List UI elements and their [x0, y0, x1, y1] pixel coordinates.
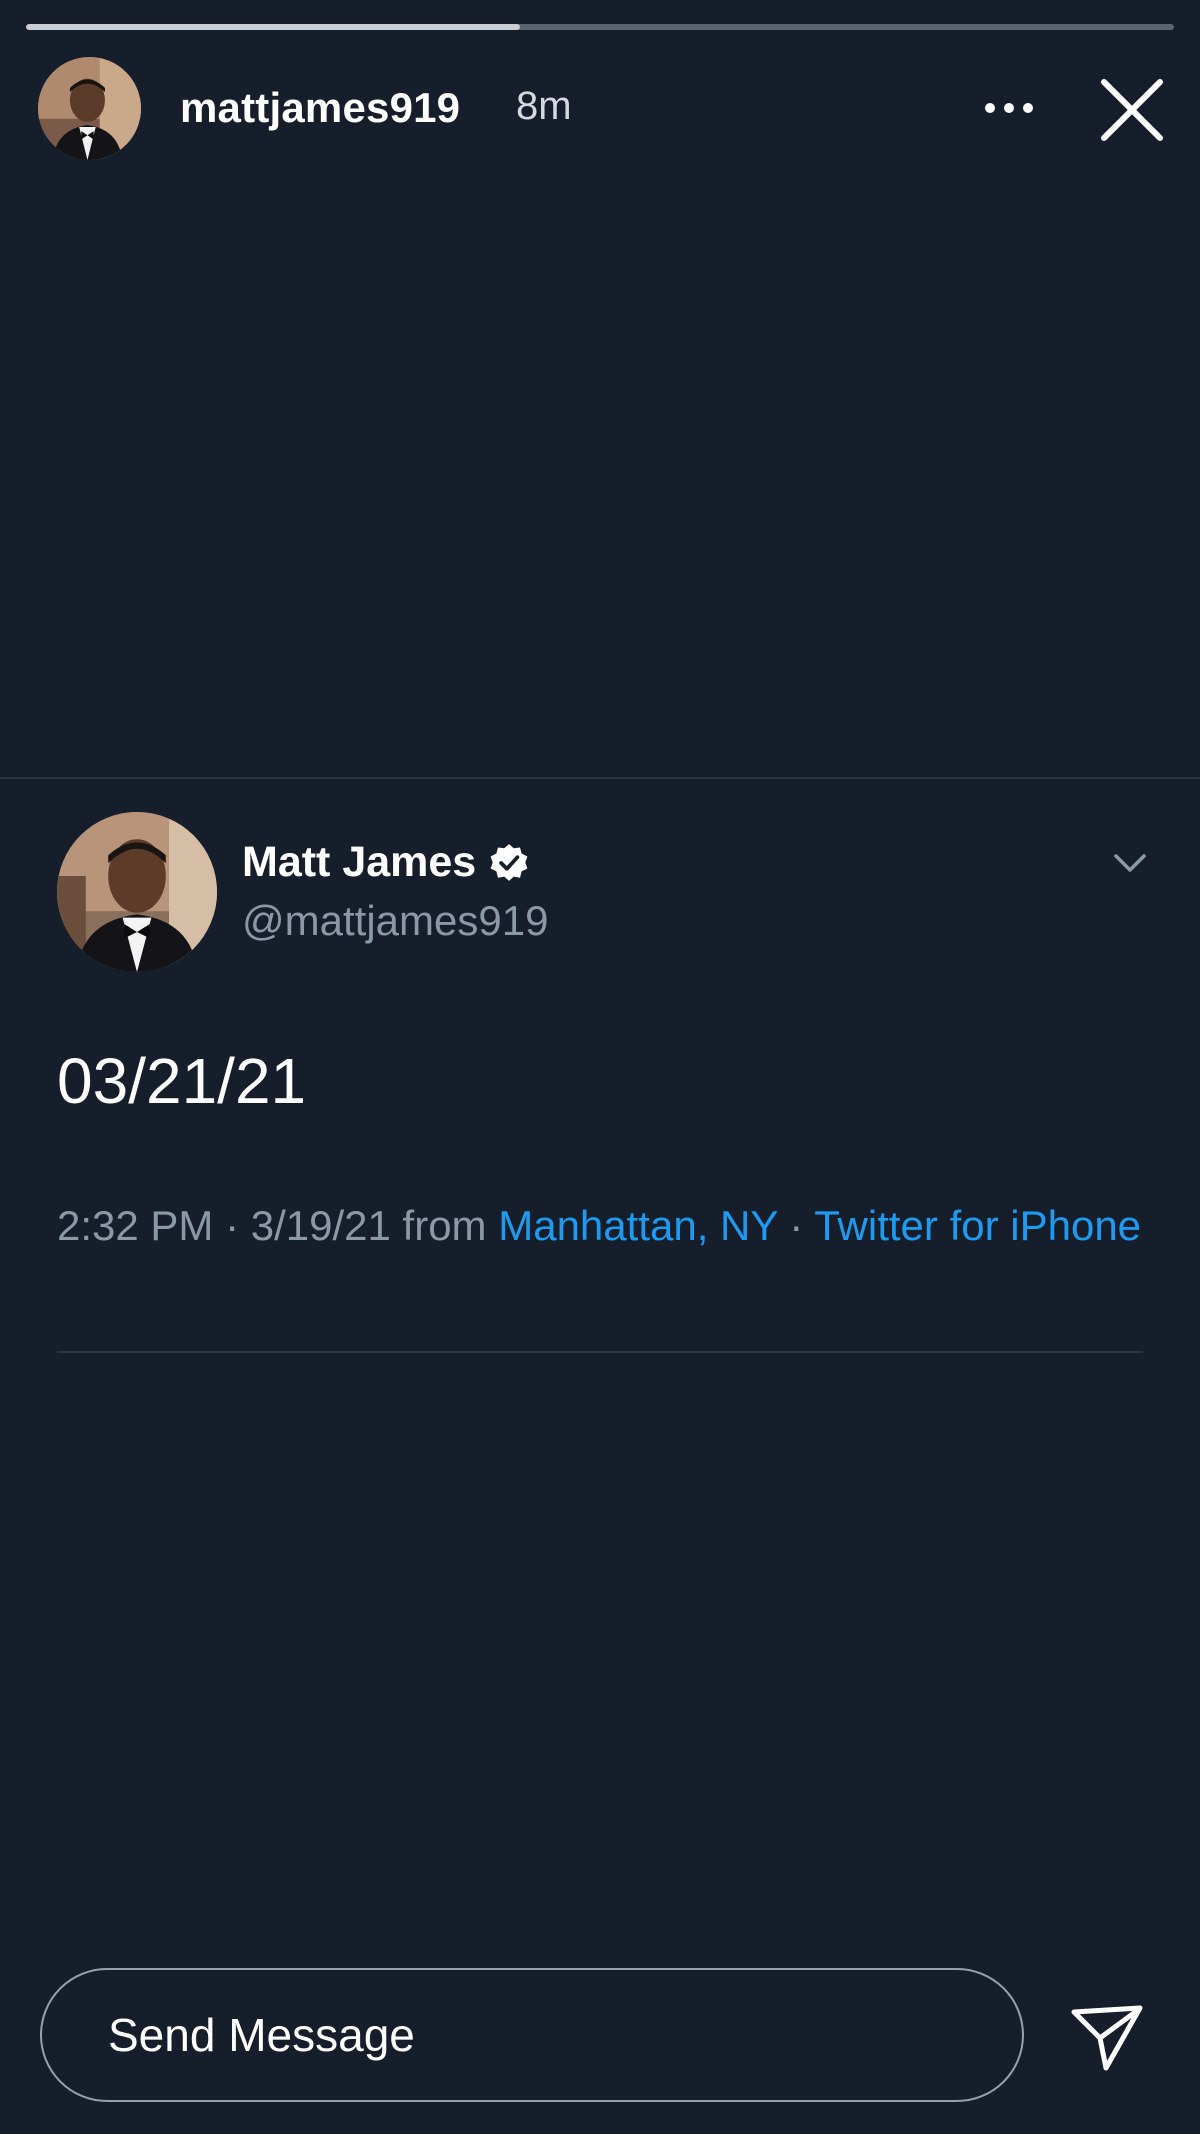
more-options-button[interactable] — [976, 80, 1042, 136]
story-progress-fill — [26, 24, 520, 30]
story-header: mattjames919 8m — [0, 52, 1200, 164]
tweet-bottom-divider — [57, 1351, 1143, 1353]
send-message-placeholder: Send Message — [108, 2009, 415, 2061]
tweet-display-name[interactable]: Matt James — [242, 838, 476, 887]
tweet-meta-separator: · — [789, 1202, 804, 1249]
tweet-timestamp: 2:32 PM · 3/19/21 — [57, 1202, 391, 1249]
more-horizontal-icon — [985, 103, 1033, 113]
tweet-from-label: from — [402, 1202, 487, 1249]
story-username[interactable]: mattjames919 — [180, 84, 460, 132]
tweet-author-row: Matt James — [242, 838, 530, 887]
send-icon — [1071, 2005, 1143, 2071]
verified-badge-icon — [490, 843, 528, 881]
tweet-source-link[interactable]: Twitter for iPhone — [814, 1202, 1141, 1249]
tweet-avatar[interactable] — [57, 812, 217, 972]
send-button[interactable] — [1068, 1998, 1148, 2078]
tweet-top-divider — [0, 777, 1200, 779]
tweet-menu-button[interactable] — [1108, 846, 1152, 880]
close-icon — [1101, 79, 1163, 141]
tweet-text: 03/21/21 — [57, 1045, 307, 1117]
story-progress-bar — [26, 24, 1174, 30]
tweet-meta: 2:32 PM · 3/19/21 from Manhattan, NY · T… — [57, 1195, 1147, 1257]
story-viewer: mattjames919 8m Matt James @mattjames919… — [0, 0, 1200, 2134]
chevron-down-icon — [1114, 854, 1146, 872]
profile-photo-icon[interactable] — [38, 57, 141, 160]
tweet-location-link[interactable]: Manhattan, NY — [498, 1202, 777, 1249]
tweet-handle[interactable]: @mattjames919 — [242, 897, 548, 945]
story-time-ago: 8m — [516, 84, 572, 128]
send-message-input[interactable]: Send Message — [40, 1968, 1024, 2102]
close-button[interactable] — [1096, 74, 1168, 146]
